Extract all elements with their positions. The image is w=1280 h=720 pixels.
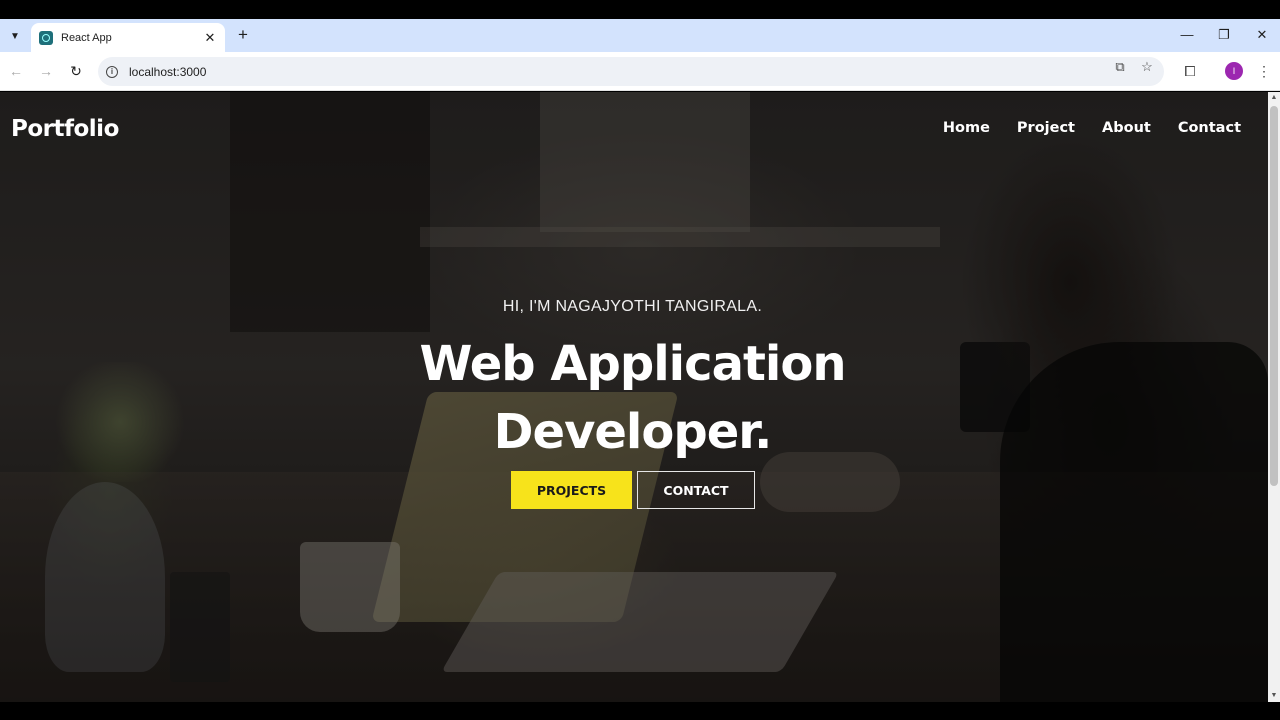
extensions-puzzle-icon[interactable]: ⧠ [1180,61,1200,81]
nav-link-about[interactable]: About [1102,120,1151,136]
screen-bottom-border [0,702,1280,720]
screen-top-border [0,0,1280,19]
bookmark-star-icon[interactable]: ☆ [1138,59,1156,75]
address-bar[interactable]: i localhost:3000 [98,57,1164,86]
new-tab-button[interactable]: + [234,25,252,45]
scroll-down-arrow-icon[interactable]: ▼ [1268,690,1280,702]
forward-arrow-icon[interactable]: → [36,61,56,81]
page-scrollbar[interactable]: ▲ ▼ [1268,92,1280,702]
browser-menu-kebab-icon[interactable]: ⋮ [1254,61,1274,81]
url-text: localhost:3000 [129,64,207,79]
browser-tab-active[interactable]: React App ✕ [31,23,225,52]
site-info-icon[interactable]: i [106,65,118,78]
site-nav: Home Project About Contact [916,120,1241,136]
hero-button-group: PROJECTS CONTACT [511,471,755,509]
react-favicon-icon [39,30,53,45]
back-arrow-icon[interactable]: ← [6,61,26,81]
install-app-icon[interactable]: ⧉ [1111,59,1129,75]
tab-title: React App [61,31,112,44]
tab-search-chevron-icon[interactable]: ▼ [4,25,26,47]
tab-close-icon[interactable]: ✕ [203,30,217,46]
nav-link-project[interactable]: Project [1017,120,1075,136]
page-viewport: Portfolio Home Project About Contact HI,… [0,92,1268,702]
hero-title: Web Application Developer. [0,330,1265,466]
browser-tab-strip: ▼ React App ✕ + — ❐ ✕ [0,19,1280,52]
window-restore-button[interactable]: ❐ [1214,25,1234,45]
reload-icon[interactable]: ↻ [66,61,86,81]
hero-greeting: HI, I'M NAGAJYOTHI TANGIRALA. [502,298,763,315]
scrollbar-thumb[interactable] [1270,106,1278,486]
window-minimize-button[interactable]: — [1177,25,1197,45]
contact-button[interactable]: CONTACT [637,471,755,509]
nav-link-contact[interactable]: Contact [1178,120,1241,136]
projects-button[interactable]: PROJECTS [511,471,632,509]
hero-title-line-1: Web Application [419,336,846,392]
scroll-up-arrow-icon[interactable]: ▲ [1268,92,1280,104]
hero-title-line-2: Developer. [493,404,773,460]
profile-avatar[interactable]: I [1225,62,1243,80]
window-close-button[interactable]: ✕ [1252,25,1272,45]
nav-link-home[interactable]: Home [943,120,990,136]
browser-toolbar: ← → ↻ i localhost:3000 ⧉ ☆ ⧠ ⋮ [0,52,1280,91]
site-brand-logo[interactable]: Portfolio [11,116,119,142]
